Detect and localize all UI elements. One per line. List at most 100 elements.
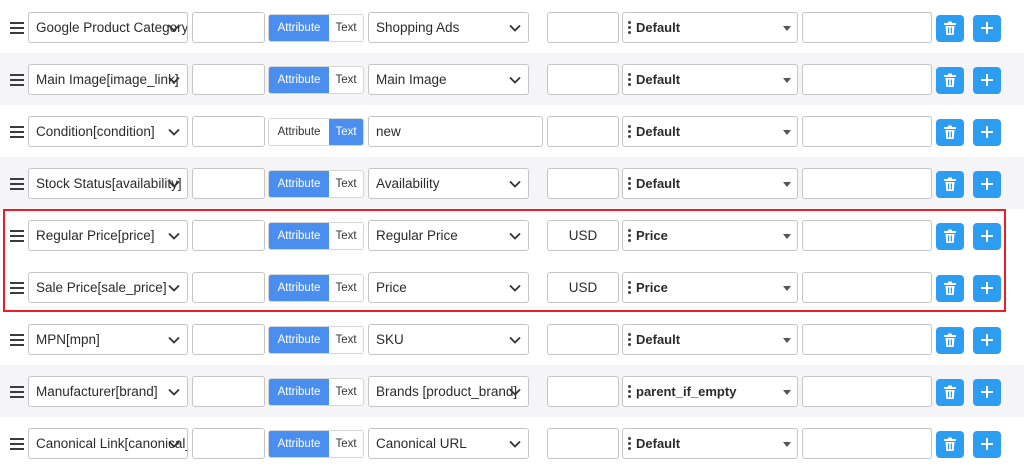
- attribute-toggle-button[interactable]: Attribute: [269, 275, 329, 301]
- value-attribute-select[interactable]: Main Image: [368, 64, 529, 95]
- output-type-select[interactable]: Default: [622, 428, 798, 459]
- delete-row-button[interactable]: [936, 327, 964, 354]
- text-toggle-button[interactable]: Text: [329, 223, 363, 249]
- add-row-button[interactable]: [973, 67, 1001, 94]
- delete-row-button[interactable]: [936, 275, 964, 302]
- add-row-button[interactable]: [973, 327, 1001, 354]
- value-attribute-select[interactable]: Price: [368, 272, 529, 303]
- value-attribute-select[interactable]: Availability: [368, 168, 529, 199]
- text-toggle-button[interactable]: Text: [329, 327, 363, 353]
- command-input[interactable]: [802, 12, 932, 43]
- prefix-input[interactable]: [192, 324, 265, 355]
- drag-handle-icon[interactable]: [10, 230, 24, 242]
- add-row-button[interactable]: [973, 379, 1001, 406]
- text-toggle-button[interactable]: Text: [329, 119, 363, 145]
- output-type-select[interactable]: parent_if_empty: [622, 376, 798, 407]
- prefix-input[interactable]: [192, 376, 265, 407]
- suffix-input[interactable]: [547, 324, 619, 355]
- prefix-input[interactable]: [192, 12, 265, 43]
- drag-handle-icon[interactable]: [10, 126, 24, 138]
- command-input[interactable]: [802, 376, 932, 407]
- field-select[interactable]: Regular Price[price]: [28, 220, 188, 251]
- delete-row-button[interactable]: [936, 119, 964, 146]
- drag-handle-icon[interactable]: [10, 334, 24, 346]
- add-row-button[interactable]: [973, 15, 1001, 42]
- attribute-toggle-button[interactable]: Attribute: [269, 431, 329, 457]
- prefix-input[interactable]: [192, 220, 265, 251]
- value-attribute-select[interactable]: Shopping Ads: [368, 12, 529, 43]
- output-type-select[interactable]: Default: [622, 12, 798, 43]
- delete-row-button[interactable]: [936, 223, 964, 250]
- command-input[interactable]: [802, 428, 932, 459]
- suffix-input[interactable]: USD: [547, 272, 619, 303]
- text-toggle-button[interactable]: Text: [329, 67, 363, 93]
- command-input[interactable]: [802, 64, 932, 95]
- value-attribute-select[interactable]: Brands [product_brand]: [368, 376, 529, 407]
- value-attribute-select[interactable]: SKU: [368, 324, 529, 355]
- output-type-select[interactable]: Price: [622, 272, 798, 303]
- output-type-select[interactable]: Default: [622, 324, 798, 355]
- drag-handle-icon[interactable]: [10, 178, 24, 190]
- text-toggle-button[interactable]: Text: [329, 431, 363, 457]
- prefix-input[interactable]: [192, 168, 265, 199]
- attribute-toggle-button[interactable]: Attribute: [269, 223, 329, 249]
- drag-handle-icon[interactable]: [10, 386, 24, 398]
- command-input[interactable]: [802, 324, 932, 355]
- text-toggle-button[interactable]: Text: [329, 171, 363, 197]
- prefix-input[interactable]: [192, 64, 265, 95]
- delete-row-button[interactable]: [936, 431, 964, 458]
- value-attribute-select[interactable]: Regular Price: [368, 220, 529, 251]
- attribute-toggle-button[interactable]: Attribute: [269, 15, 329, 41]
- suffix-input[interactable]: [547, 12, 619, 43]
- field-select[interactable]: Main Image[image_link]: [28, 64, 188, 95]
- suffix-input[interactable]: USD: [547, 220, 619, 251]
- output-type-select[interactable]: Default: [622, 168, 798, 199]
- attribute-toggle-button[interactable]: Attribute: [269, 379, 329, 405]
- field-select[interactable]: Condition[condition]: [28, 116, 188, 147]
- add-row-button[interactable]: [973, 223, 1001, 250]
- field-select[interactable]: Canonical Link[canonical_link]: [28, 428, 188, 459]
- command-input[interactable]: [802, 168, 932, 199]
- text-toggle-button[interactable]: Text: [329, 275, 363, 301]
- suffix-input[interactable]: [547, 168, 619, 199]
- prefix-input[interactable]: [192, 428, 265, 459]
- suffix-input[interactable]: [547, 428, 619, 459]
- field-select[interactable]: Stock Status[availability]: [28, 168, 188, 199]
- add-row-button[interactable]: [973, 275, 1001, 302]
- suffix-input[interactable]: [547, 376, 619, 407]
- attribute-toggle-button[interactable]: Attribute: [269, 67, 329, 93]
- field-select[interactable]: Google Product Category[google_product_c…: [28, 12, 188, 43]
- field-select[interactable]: MPN[mpn]: [28, 324, 188, 355]
- text-toggle-button[interactable]: Text: [329, 15, 363, 41]
- command-input[interactable]: [802, 220, 932, 251]
- text-toggle-button[interactable]: Text: [329, 379, 363, 405]
- delete-row-button[interactable]: [936, 67, 964, 94]
- field-select[interactable]: Sale Price[sale_price]: [28, 272, 188, 303]
- drag-handle-icon[interactable]: [10, 74, 24, 86]
- value-attribute-select[interactable]: Canonical URL: [368, 428, 529, 459]
- command-input[interactable]: [802, 272, 932, 303]
- suffix-input[interactable]: [547, 64, 619, 95]
- value-text-input[interactable]: new: [368, 116, 543, 147]
- add-row-button[interactable]: [973, 431, 1001, 458]
- attribute-toggle-button[interactable]: Attribute: [269, 171, 329, 197]
- delete-row-button[interactable]: [936, 379, 964, 406]
- delete-row-button[interactable]: [936, 15, 964, 42]
- add-row-button[interactable]: [973, 119, 1001, 146]
- output-type-select[interactable]: Price: [622, 220, 798, 251]
- field-select[interactable]: Manufacturer[brand]: [28, 376, 188, 407]
- value-type-toggle: Attribute Text: [268, 118, 364, 146]
- command-input[interactable]: [802, 116, 932, 147]
- attribute-toggle-button[interactable]: Attribute: [269, 327, 329, 353]
- add-row-button[interactable]: [973, 171, 1001, 198]
- drag-handle-icon[interactable]: [10, 22, 24, 34]
- prefix-input[interactable]: [192, 272, 265, 303]
- prefix-input[interactable]: [192, 116, 265, 147]
- drag-handle-icon[interactable]: [10, 438, 24, 450]
- attribute-toggle-button[interactable]: Attribute: [269, 119, 329, 145]
- drag-handle-icon[interactable]: [10, 282, 24, 294]
- suffix-input[interactable]: [547, 116, 619, 147]
- output-type-select[interactable]: Default: [622, 64, 798, 95]
- delete-row-button[interactable]: [936, 171, 964, 198]
- output-type-select[interactable]: Default: [622, 116, 798, 147]
